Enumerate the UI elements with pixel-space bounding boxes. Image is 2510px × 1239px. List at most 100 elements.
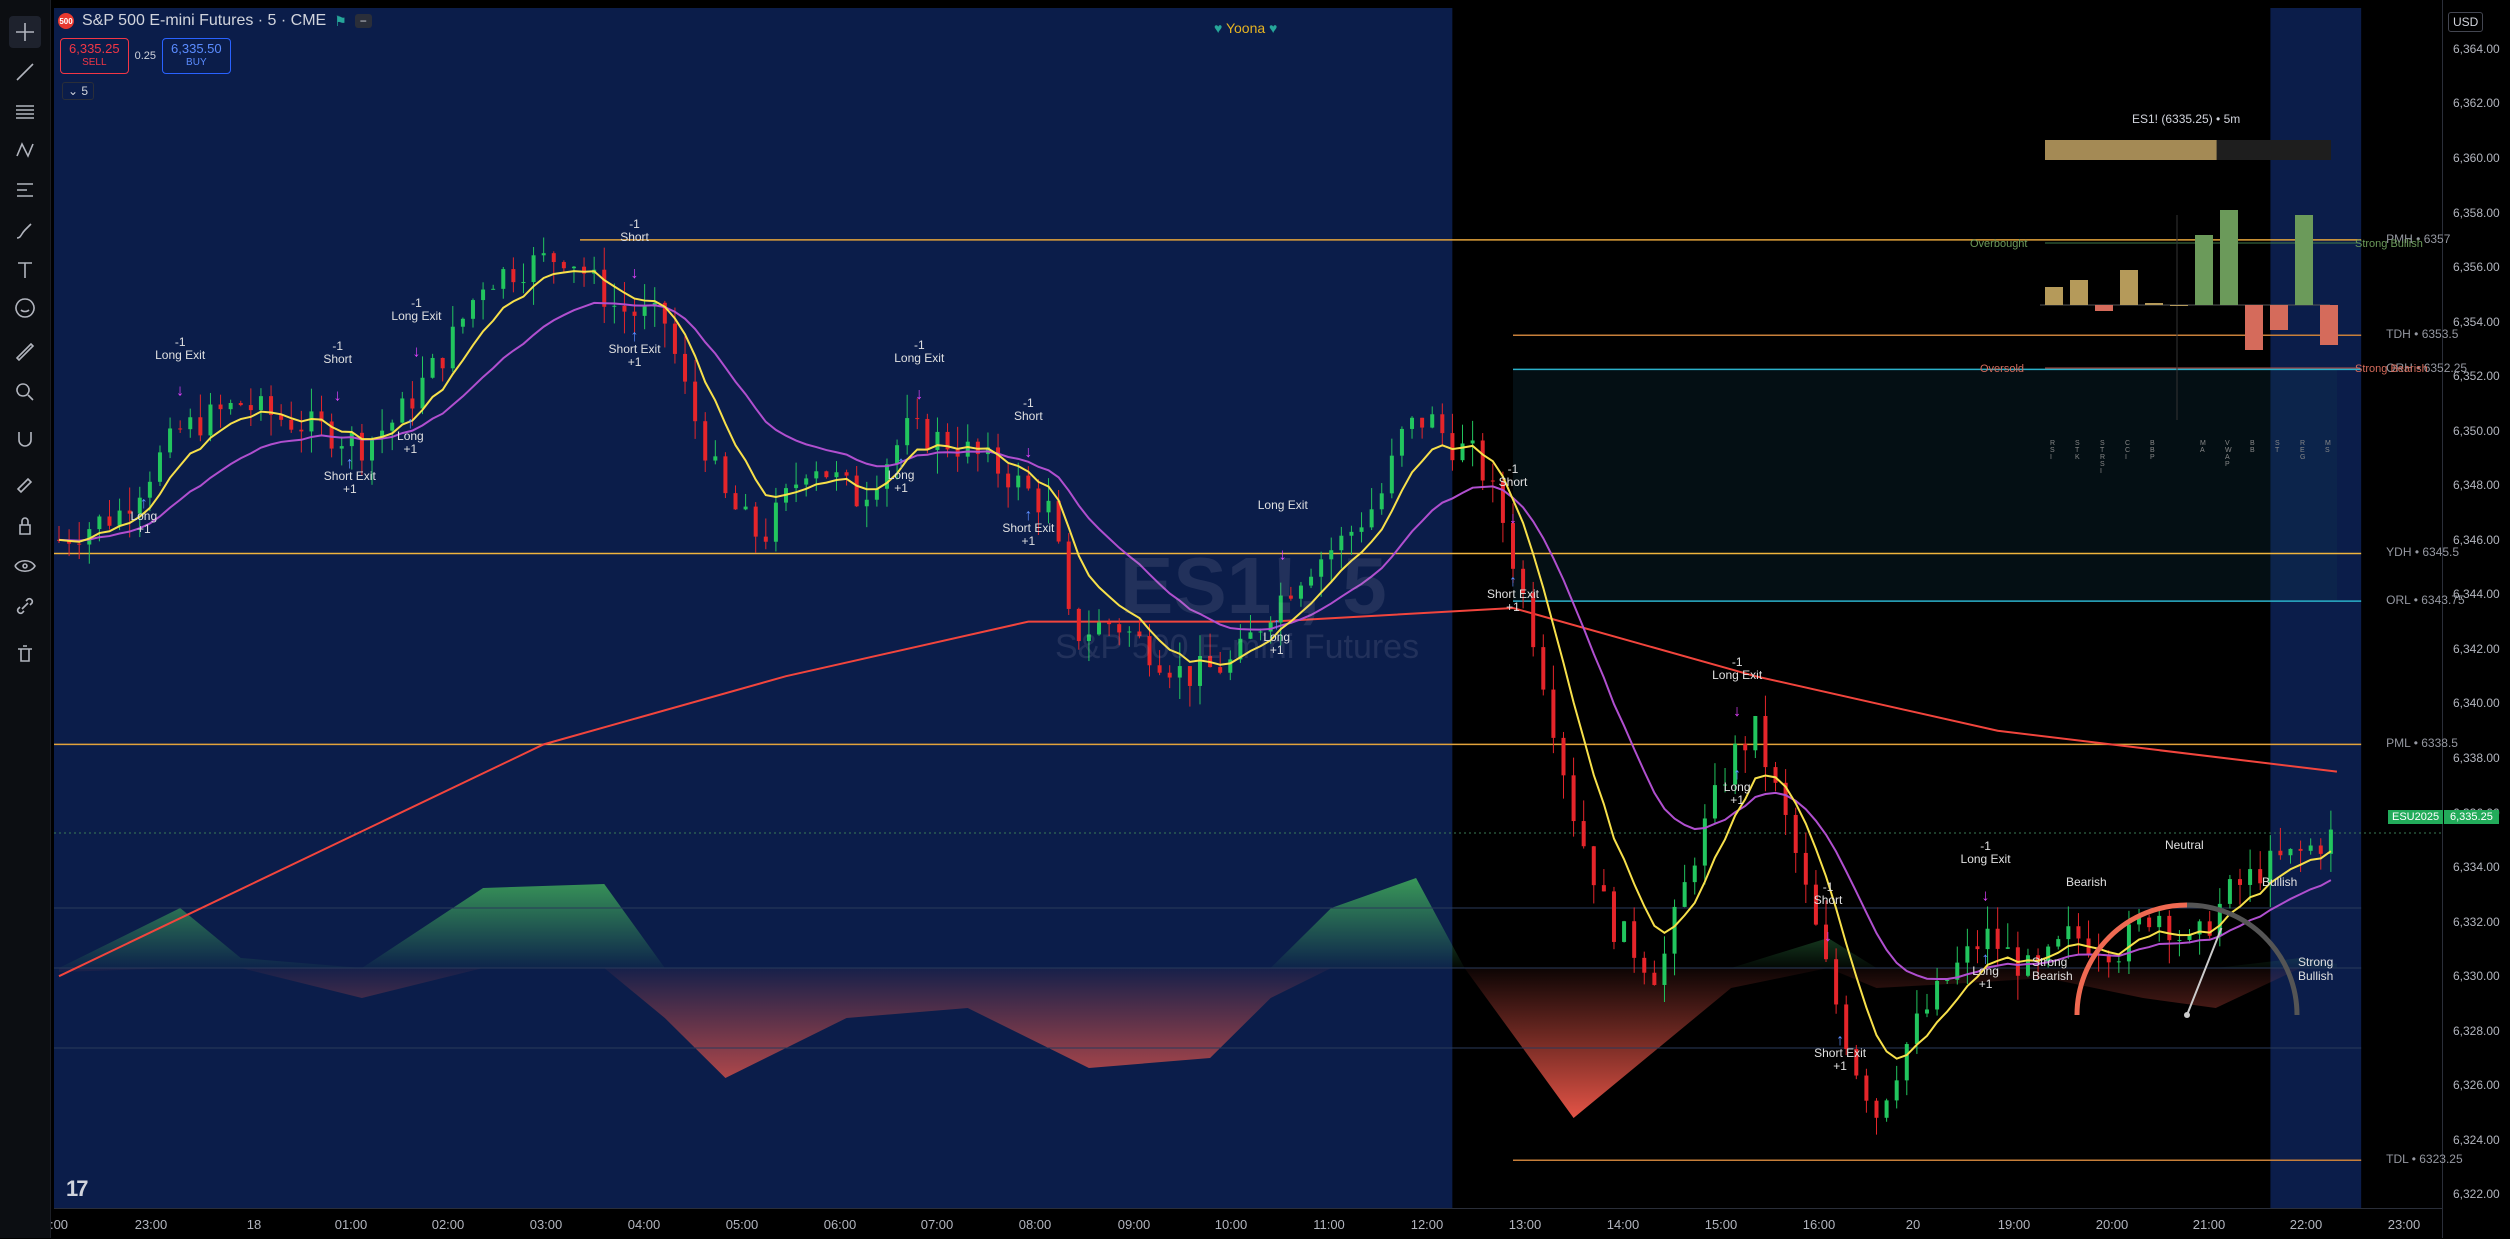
time-tick: 01:00 — [334, 1217, 368, 1232]
candle-body — [2126, 924, 2131, 962]
candle-body — [450, 326, 455, 369]
candle-body — [289, 419, 294, 430]
heart-icon: ♥ — [1269, 20, 1278, 36]
candle-body — [2066, 926, 2071, 940]
time-axis[interactable]: :00 23:00 18 01:00 02:00 03:00 04:00 05:00 06:00… — [50, 1208, 2442, 1239]
panel-bar — [2270, 305, 2288, 330]
candle-body — [198, 417, 203, 436]
candle-body — [1470, 440, 1475, 444]
eye-tool[interactable] — [9, 550, 41, 582]
bar-label: S T — [2275, 440, 2280, 454]
post-session-bg — [2270, 8, 2362, 1208]
candle-body — [390, 422, 395, 431]
symbol-title[interactable]: S&P 500 E-mini Futures · 5 · CME — [82, 12, 326, 30]
candle-body — [1218, 667, 1223, 673]
candle-body — [470, 300, 475, 319]
candle-body — [1773, 767, 1778, 783]
candle-body — [1187, 666, 1192, 686]
bar-label: R E G — [2300, 440, 2306, 461]
signal-label: -1 Long Exit — [1960, 839, 2011, 867]
gauge-neutral-label: Neutral — [2165, 838, 2204, 852]
interval-chip[interactable]: ⌄ 5 — [62, 82, 95, 100]
time-tick: 07:00 — [920, 1217, 954, 1232]
trash-tool[interactable] — [9, 638, 41, 670]
candle-body — [551, 253, 556, 263]
fib-tool[interactable] — [9, 96, 41, 128]
currency-selector[interactable]: USD — [2448, 12, 2484, 32]
tradingview-logo[interactable]: 17 — [66, 1176, 89, 1202]
level-label: ORL • 6343.75 — [2386, 593, 2465, 608]
candle-body — [965, 441, 970, 457]
candle-body — [996, 447, 1001, 474]
price-tick: 6,346.00 — [2453, 532, 2500, 547]
level-label: TDL • 6323.25 — [2386, 1152, 2463, 1167]
lock-drawing-tool[interactable] — [9, 466, 41, 498]
signal-label: -1 Short — [1498, 462, 1528, 489]
ruler-tool[interactable] — [9, 336, 41, 368]
signal-label: -1 Long Exit — [391, 295, 442, 323]
lock-icon — [19, 517, 31, 535]
projection-icon — [17, 183, 33, 197]
magnet-tool[interactable] — [9, 424, 41, 456]
projection-tool[interactable] — [9, 174, 41, 206]
candle-body — [491, 288, 496, 290]
brush-tool[interactable] — [9, 214, 41, 246]
candle-body — [248, 405, 253, 411]
candle-body — [440, 357, 445, 369]
time-tick: 15:00 — [1704, 1217, 1738, 1232]
candle-body — [1692, 865, 1697, 883]
time-tick: 23:00 — [134, 1217, 168, 1232]
price-tick: 6,358.00 — [2453, 205, 2500, 220]
panel-bar — [2045, 287, 2063, 305]
lock-tool[interactable] — [9, 510, 41, 542]
candle-body — [2288, 848, 2293, 856]
signal-label: -1 Long Exit — [1712, 655, 1763, 683]
candle-body — [824, 471, 829, 478]
zoom-icon — [16, 383, 34, 401]
candle-body — [1490, 480, 1495, 482]
link-tool[interactable] — [9, 590, 41, 622]
candle-body — [1632, 921, 1637, 958]
signal-label: Short Exit +1 — [1002, 521, 1055, 549]
flag-icon[interactable]: ⚑ — [334, 13, 347, 30]
candle-body — [2005, 947, 2010, 949]
candle-body — [1026, 475, 1031, 489]
candle-body — [874, 488, 879, 500]
text-tool[interactable] — [9, 254, 41, 286]
candle-body — [1460, 443, 1465, 461]
collapse-button[interactable]: − — [354, 14, 372, 28]
trend-line-icon — [16, 63, 34, 81]
price-tick: 6,342.00 — [2453, 641, 2500, 656]
candle-body — [1581, 821, 1586, 847]
crosshair-tool[interactable] — [9, 16, 41, 48]
panel-progress-fill — [2045, 140, 2217, 160]
buy-button[interactable]: 6,335.50 BUY — [162, 38, 231, 74]
signal-label: Short Exit +1 — [608, 342, 661, 370]
candle-body — [117, 510, 122, 526]
candle-body — [299, 429, 304, 432]
bar-label: M S — [2325, 440, 2331, 454]
trend-line-tool[interactable] — [9, 56, 41, 88]
candle-body — [693, 381, 698, 422]
candle-body — [612, 305, 617, 307]
sell-button[interactable]: 6,335.25 SELL — [60, 38, 129, 74]
emoji-tool[interactable] — [9, 292, 41, 324]
oversold-label: Oversold — [1980, 363, 2025, 375]
candle-body — [753, 506, 758, 537]
zoom-tool[interactable] — [9, 376, 41, 408]
candle-body — [147, 481, 152, 498]
candle-body — [2167, 915, 2172, 941]
down-arrow-icon: ↓ — [631, 265, 639, 282]
candle-body — [1107, 622, 1112, 625]
bar-label: B B — [2250, 440, 2255, 454]
price-axis[interactable]: 6,364.00 6,362.00 6,360.00 6,358.00 6,356.00… — [2442, 0, 2510, 1238]
pattern-tool[interactable] — [9, 134, 41, 166]
symbol-logo-icon: 500 — [58, 13, 74, 29]
candle-body — [2147, 917, 2152, 928]
candle-body — [430, 357, 435, 378]
candle-body — [561, 262, 566, 269]
signal-label: Short Exit +1 — [1486, 587, 1540, 614]
time-tick: 16:00 — [1802, 1217, 1836, 1232]
gauge-pivot — [2184, 1012, 2190, 1018]
symbol-watermark: ES1!, 5 — [1120, 541, 1387, 630]
